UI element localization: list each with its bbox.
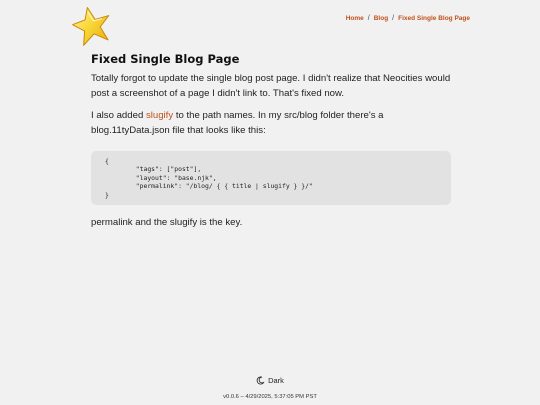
- theme-toggle-button[interactable]: Dark: [256, 376, 284, 385]
- paragraph-text: I also added: [91, 110, 146, 121]
- post-paragraph-3: permalink and the slugify is the key.: [91, 217, 243, 229]
- moon-icon: [256, 376, 265, 385]
- post-paragraph-1: Totally forgot to update the single blog…: [91, 73, 451, 99]
- breadcrumb-current-link[interactable]: Fixed Single Blog Page: [398, 15, 470, 22]
- slugify-link[interactable]: slugify: [146, 110, 173, 121]
- theme-toggle-label: Dark: [268, 376, 284, 385]
- post-paragraph-2: I also added slugify to the path names. …: [91, 108, 451, 138]
- breadcrumb: Home / Blog / Fixed Single Blog Page: [346, 15, 470, 22]
- breadcrumb-home-link[interactable]: Home: [346, 15, 364, 22]
- page: Home / Blog / Fixed Single Blog Page Fix…: [0, 0, 540, 405]
- breadcrumb-blog-link[interactable]: Blog: [374, 15, 388, 22]
- star-icon: [72, 6, 110, 46]
- breadcrumb-separator: /: [392, 15, 395, 22]
- breadcrumb-separator: /: [367, 15, 370, 22]
- version-info: v0.0.6 – 4/29/2025, 5:37:05 PM PST: [223, 394, 317, 400]
- footer: Dark v0.0.6 – 4/29/2025, 5:37:05 PM PST: [0, 372, 540, 400]
- code-block: { "tags": ["post"], "layout": "base.njk"…: [91, 151, 451, 206]
- home-logo-link[interactable]: [70, 4, 118, 50]
- page-title: Fixed Single Blog Page: [91, 52, 240, 66]
- post-content: Fixed Single Blog Page Totally forgot to…: [91, 52, 451, 230]
